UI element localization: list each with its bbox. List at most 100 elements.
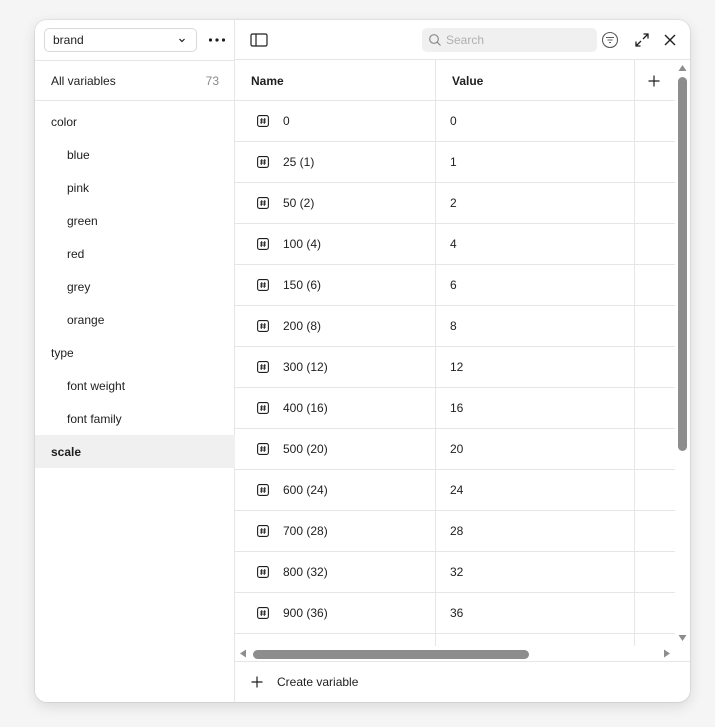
- number-variable-icon: [257, 115, 269, 127]
- variable-value[interactable]: 4: [450, 224, 457, 264]
- sidebar-group-item[interactable]: green: [35, 204, 235, 237]
- close-icon[interactable]: [661, 31, 679, 49]
- number-variable-icon: [257, 484, 269, 496]
- divider: [35, 100, 235, 101]
- scroll-down-icon[interactable]: [678, 634, 687, 642]
- sidebar-group-label: red: [67, 246, 85, 261]
- table-row[interactable]: 150 (6) 6: [235, 265, 675, 306]
- sidebar-group-item[interactable]: font weight: [35, 369, 235, 402]
- table-row[interactable]: 25 (1) 1: [235, 142, 675, 183]
- column-header-name[interactable]: Name: [251, 60, 284, 101]
- column-header-value[interactable]: Value: [452, 60, 483, 101]
- table-row[interactable]: 500 (20) 20: [235, 429, 675, 470]
- number-variable-icon: [257, 443, 269, 455]
- variable-value[interactable]: 24: [450, 470, 463, 510]
- horizontal-scrollbar[interactable]: [235, 646, 675, 661]
- number-variable-icon: [257, 607, 269, 619]
- variable-name: 500 (20): [283, 442, 328, 456]
- variable-value[interactable]: 36: [450, 593, 463, 633]
- variable-value[interactable]: 16: [450, 388, 463, 428]
- variable-value[interactable]: 32: [450, 552, 463, 592]
- main-area: Name Value 0025 (1)150 (2)2100 (4)4150 (…: [235, 20, 690, 702]
- variable-name: 50 (2): [283, 196, 315, 210]
- toolbar: [235, 20, 690, 60]
- table-row[interactable]: 300 (12) 12: [235, 347, 675, 388]
- sidebar-group-item[interactable]: pink: [35, 171, 235, 204]
- sidebar-group-item[interactable]: type: [35, 336, 235, 369]
- variable-value[interactable]: 12: [450, 347, 463, 387]
- sidebar-group-label: color: [51, 114, 78, 129]
- sidebar-group-label: pink: [67, 180, 90, 195]
- sidebar-group-label: font weight: [67, 378, 126, 393]
- all-variables-count: 73: [205, 74, 219, 88]
- variable-name: 400 (16): [283, 401, 328, 415]
- number-variable-icon: [257, 238, 269, 250]
- table-row[interactable]: 100 (4) 4: [235, 224, 675, 265]
- sidebar-group-label: orange: [67, 312, 105, 327]
- expand-icon[interactable]: [633, 31, 651, 49]
- table-body: 0 0 25 (1) 1 50 (2) 2 100 (4) 4 150 (6) 6 200 (8) 8…: [235, 101, 675, 634]
- variable-value[interactable]: 0: [450, 101, 457, 141]
- horizontal-scroll-thumb[interactable]: [253, 650, 529, 659]
- more-dots-icon: [208, 38, 226, 42]
- sidebar-group-item[interactable]: scale: [35, 435, 235, 468]
- footer: Create variable: [235, 661, 690, 702]
- table-row[interactable]: 700 (28) 28: [235, 511, 675, 552]
- variable-name: 0: [283, 114, 290, 128]
- sidebar-group-item[interactable]: red: [35, 237, 235, 270]
- table-row[interactable]: 800 (32) 32: [235, 552, 675, 593]
- table-row[interactable]: 400 (16) 16: [235, 388, 675, 429]
- variable-name: 25 (1): [283, 155, 315, 169]
- table-row[interactable]: 50 (2) 2: [235, 183, 675, 224]
- sidebar-toggle-icon[interactable]: [249, 31, 269, 49]
- variable-value[interactable]: 8: [450, 306, 457, 346]
- variable-value[interactable]: 28: [450, 511, 463, 551]
- number-variable-icon: [257, 156, 269, 168]
- variable-name: 150 (6): [283, 278, 322, 292]
- number-variable-icon: [257, 320, 269, 332]
- table-row[interactable]: 00: [235, 101, 675, 142]
- scroll-up-icon[interactable]: [678, 64, 687, 72]
- sidebar-group-label: grey: [67, 279, 91, 294]
- sidebar-group-item[interactable]: grey: [35, 270, 235, 303]
- vertical-scrollbar[interactable]: [675, 60, 690, 646]
- number-variable-icon: [257, 279, 269, 291]
- group-list: color blue pink green red grey orange type font …: [35, 105, 235, 468]
- add-column-icon[interactable]: [645, 72, 663, 90]
- variable-name: 300 (12): [283, 360, 328, 374]
- number-variable-icon: [257, 566, 269, 578]
- vertical-scroll-thumb[interactable]: [678, 77, 687, 451]
- sidebar-group-item[interactable]: orange: [35, 303, 235, 336]
- plus-icon: [251, 676, 263, 688]
- number-variable-icon: [257, 402, 269, 414]
- variables-table: Name Value 0 0 25 (1) 1 50 (2) 2 100 (4) 4 150 (…: [235, 60, 675, 646]
- table-row[interactable]: 900 (36) 36: [235, 593, 675, 634]
- variable-name: 100 (4): [283, 237, 322, 251]
- scroll-right-icon[interactable]: [663, 649, 671, 658]
- variable-value[interactable]: 1: [450, 142, 457, 182]
- variable-name: 800 (32): [283, 565, 328, 579]
- all-variables-item[interactable]: All variables 73: [35, 66, 235, 96]
- variable-value[interactable]: 6: [450, 265, 457, 305]
- variable-name: 700 (28): [283, 524, 328, 538]
- sidebar-group-item[interactable]: font family: [35, 402, 235, 435]
- sidebar-group-item[interactable]: blue: [35, 138, 235, 171]
- sidebar: brand All variables 73 color blue pink gree…: [35, 20, 235, 702]
- create-variable-button[interactable]: Create variable: [249, 672, 358, 692]
- chevron-down-icon: [179, 38, 185, 43]
- collection-select-value: brand: [53, 33, 84, 47]
- variable-value[interactable]: 20: [450, 429, 463, 469]
- more-options-button[interactable]: [205, 29, 229, 51]
- search-icon: [429, 34, 441, 46]
- filter-icon[interactable]: [599, 29, 621, 51]
- variable-name: 600 (24): [283, 483, 328, 497]
- table-header: Name Value: [235, 60, 675, 101]
- table-row[interactable]: 600 (24) 24: [235, 470, 675, 511]
- scroll-left-icon[interactable]: [239, 649, 247, 658]
- search-input[interactable]: [446, 33, 596, 47]
- collection-select[interactable]: brand: [44, 28, 197, 52]
- table-row[interactable]: 200 (8) 8: [235, 306, 675, 347]
- variable-value[interactable]: 2: [450, 183, 457, 223]
- sidebar-group-item[interactable]: color: [35, 105, 235, 138]
- sidebar-group-label: type: [51, 345, 74, 360]
